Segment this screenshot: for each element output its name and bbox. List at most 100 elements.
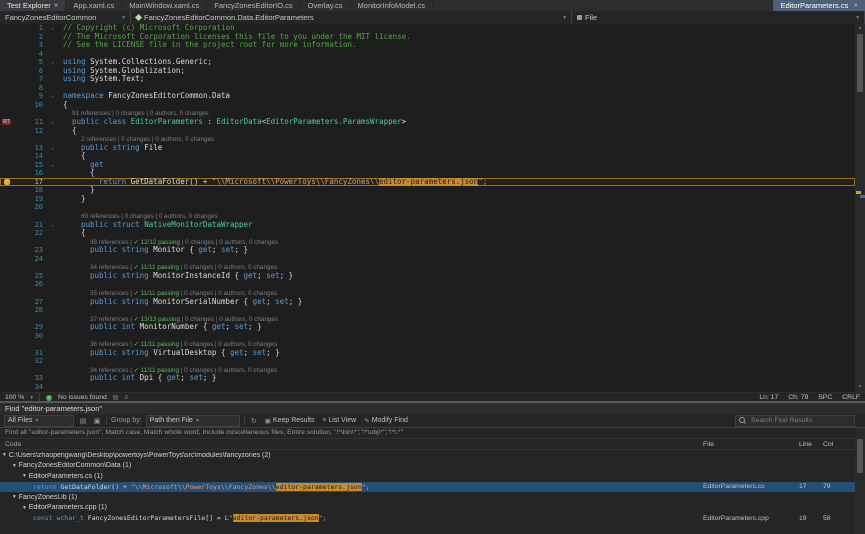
close-icon[interactable]: ✕ — [853, 3, 858, 9]
group-by-dropdown[interactable]: Path then File ▾ — [146, 415, 240, 427]
code-line[interactable]: 15⌄get — [0, 161, 855, 170]
document-icon[interactable]: ▤ — [113, 394, 119, 401]
file-column-header[interactable]: File — [703, 441, 799, 448]
document-tab[interactable]: MainWindow.xaml.cs — [122, 0, 207, 11]
scrollbar-thumb[interactable] — [857, 34, 863, 92]
fold-chevron-icon[interactable]: ⌄ — [46, 58, 59, 67]
fold-chevron-icon[interactable]: ⌄ — [46, 144, 59, 153]
code-area[interactable]: 1⌄// Copyright (c) Microsoft Corporation… — [0, 24, 855, 392]
member-dropdown[interactable]: File ▾ — [572, 11, 865, 24]
code-line[interactable]: 17return GetDataFolder() + "\\Microsoft\… — [0, 178, 855, 187]
code-line[interactable]: 7using System.Text; — [0, 75, 855, 84]
char-indicator[interactable]: Ch: 79 — [788, 394, 808, 401]
code-line[interactable]: 19} — [0, 195, 855, 204]
search-find-results-box[interactable] — [735, 415, 855, 427]
find-result-row[interactable]: return GetDataFolder() + "\\Microsoft\\P… — [0, 482, 855, 493]
expand-arrow-icon[interactable]: ▾ — [3, 452, 6, 458]
code-line[interactable]: 22{ — [0, 229, 855, 238]
codelens-row[interactable]: 36 references | ✓ 11/11 passing | 0 chan… — [0, 340, 855, 349]
keep-results-toggle[interactable]: ▣ Keep Results — [263, 417, 317, 425]
document-tab[interactable]: MonitorInfoModel.cs — [351, 0, 434, 11]
expand-arrow-icon[interactable]: ▾ — [13, 494, 16, 500]
code-line[interactable]: 14{ — [0, 152, 855, 161]
code-line[interactable]: 8 — [0, 84, 855, 93]
code-line[interactable]: RT11⌄public class EditorParameters : Edi… — [0, 118, 855, 127]
code-line[interactable]: 34 — [0, 383, 855, 392]
code-line[interactable]: 4 — [0, 50, 855, 59]
search-find-results-input[interactable] — [749, 416, 851, 425]
find-panel-scrollbar[interactable] — [855, 429, 865, 534]
code-line[interactable]: 16{ — [0, 169, 855, 178]
code-line[interactable]: 13⌄public string File — [0, 144, 855, 153]
code-line[interactable]: 2// The Microsoft Corporation licenses t… — [0, 33, 855, 42]
close-icon[interactable]: ✕ — [54, 3, 59, 9]
codelens-row[interactable]: 2 references | 0 changes | 0 authors, 0 … — [0, 135, 855, 144]
fold-chevron-icon[interactable]: ⌄ — [46, 92, 59, 101]
code-line[interactable]: 18} — [0, 186, 855, 195]
project-dropdown[interactable]: FancyZonesEditorCommon ▾ — [0, 11, 131, 24]
space-mode-indicator[interactable]: SPC — [818, 394, 832, 401]
codelens-row[interactable]: 34 references | ✓ 11/11 passing | 0 chan… — [0, 263, 855, 272]
codelens-row[interactable]: 34 references | ✓ 11/11 passing | 0 chan… — [0, 366, 855, 375]
document-tab[interactable]: FancyZonesEditorIO.cs — [207, 0, 300, 11]
fold-chevron-icon[interactable]: ⌄ — [46, 24, 59, 33]
line-ending-indicator[interactable]: CRLF — [842, 394, 860, 401]
refresh-icon[interactable]: ↻ — [249, 416, 259, 426]
codelens-row[interactable]: 60 references | 0 changes | 0 authors, 0… — [0, 212, 855, 221]
codelens-row[interactable]: 35 references | ✓ 11/11 passing | 0 chan… — [0, 289, 855, 298]
health-status-text[interactable]: No issues found — [58, 394, 107, 401]
code-line[interactable]: 33public int Dpi { get; set; } — [0, 374, 855, 383]
active-document-tab[interactable]: EditorParameters.cs ✕ — [773, 0, 865, 11]
code-line[interactable]: 6using System.Globalization; — [0, 67, 855, 76]
document-tab[interactable]: App.xaml.cs — [66, 0, 122, 11]
health-check-icon[interactable]: ✓ — [46, 395, 52, 401]
code-editor[interactable]: 1⌄// Copyright (c) Microsoft Corporation… — [0, 24, 865, 392]
code-line[interactable]: 31public string VirtualDesktop { get; se… — [0, 349, 855, 358]
scrollbar-thumb[interactable] — [857, 439, 863, 473]
document-tab[interactable]: Test Explorer✕ — [0, 0, 66, 11]
zoom-level[interactable]: 100 % — [5, 394, 24, 401]
code-line[interactable]: 9⌄namespace FancyZonesEditorCommon.Data — [0, 92, 855, 101]
line-column-header[interactable]: Line — [799, 441, 823, 448]
code-line[interactable]: 12{ — [0, 127, 855, 136]
code-line[interactable]: 23public string Monitor { get; set; } — [0, 246, 855, 255]
find-result-row[interactable]: ▾FancyZonesEditorCommon\Data (1) — [0, 461, 855, 472]
code-line[interactable]: 30 — [0, 332, 855, 341]
find-result-row[interactable]: ▾FancyZonesLib (1) — [0, 492, 855, 503]
code-line[interactable]: 20 — [0, 203, 855, 212]
fold-chevron-icon[interactable]: ⌄ — [46, 161, 59, 170]
col-column-header[interactable]: Col — [823, 441, 855, 448]
editor-vertical-scrollbar[interactable]: ▲ ▼ — [855, 24, 865, 392]
codelens-row[interactable]: 91 references | 0 changes | 0 authors, 0… — [0, 109, 855, 118]
document-tab[interactable]: Overlay.cs — [301, 0, 351, 11]
code-line[interactable]: 1⌄// Copyright (c) Microsoft Corporation — [0, 24, 855, 33]
list-icon[interactable]: ≡ — [124, 395, 128, 401]
results-header-row[interactable]: Code File Line Col — [0, 439, 855, 450]
code-line[interactable]: 24 — [0, 255, 855, 264]
list-view-button[interactable]: ≡ List View — [321, 417, 359, 424]
codelens-row[interactable]: 37 references | ✓ 13/13 passing | 0 chan… — [0, 315, 855, 324]
lightbulb-icon[interactable] — [4, 179, 10, 185]
expand-arrow-icon[interactable]: ▾ — [23, 473, 26, 479]
code-line[interactable]: 32 — [0, 357, 855, 366]
scroll-up-icon[interactable]: ▲ — [855, 24, 865, 33]
expand-arrow-icon[interactable]: ▾ — [23, 505, 26, 511]
code-line[interactable]: 10{ — [0, 101, 855, 110]
code-line[interactable]: 5⌄using System.Collections.Generic; — [0, 58, 855, 67]
code-line[interactable]: 26 — [0, 280, 855, 289]
code-line[interactable]: 25public string MonitorInstanceId { get;… — [0, 272, 855, 281]
expand-all-icon[interactable]: ▤ — [78, 416, 88, 426]
line-indicator[interactable]: Ln: 17 — [759, 394, 778, 401]
code-line[interactable]: 29public int MonitorNumber { get; set; } — [0, 323, 855, 332]
code-line[interactable]: 28 — [0, 306, 855, 315]
codelens-row[interactable]: 38 references | ✓ 12/12 passing | 0 chan… — [0, 238, 855, 247]
fold-chevron-icon[interactable]: ⌄ — [46, 118, 59, 127]
code-line[interactable]: 21⌄public struct NativeMonitorDataWrappe… — [0, 221, 855, 230]
find-result-row[interactable]: ▾EditorParameters.cpp (1) — [0, 503, 855, 514]
find-result-row[interactable]: const wchar_t FancyZonesEditorParameters… — [0, 513, 855, 524]
scope-dropdown[interactable]: All Files ▾ — [4, 415, 74, 427]
expand-arrow-icon[interactable]: ▾ — [13, 463, 16, 469]
chevron-down-icon[interactable]: ▾ — [30, 395, 33, 401]
code-line[interactable]: 3// See the LICENSE file in the project … — [0, 41, 855, 50]
modify-find-button[interactable]: ✎ Modify Find — [362, 417, 410, 425]
